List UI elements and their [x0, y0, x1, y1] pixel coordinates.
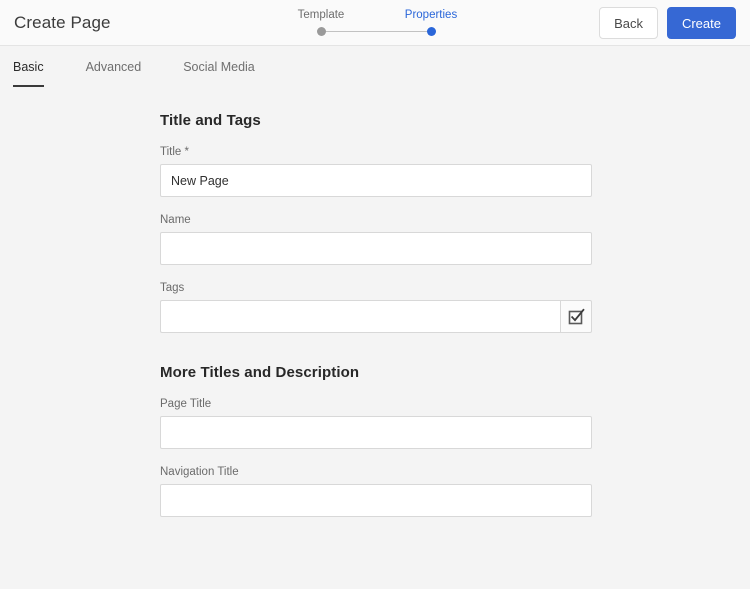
tab-advanced[interactable]: Advanced [65, 59, 163, 75]
field-label-name: Name [160, 214, 191, 226]
checkbox-select-icon [568, 308, 585, 325]
tab-bar: Basic Advanced Social Media [0, 46, 750, 90]
page-title-input[interactable] [160, 416, 592, 449]
field-name: Name [160, 213, 592, 265]
tags-input-group [160, 300, 592, 333]
tags-picker-button[interactable] [560, 300, 592, 333]
tab-social-media[interactable]: Social Media [162, 59, 276, 75]
stepper-dot-properties[interactable] [426, 27, 436, 36]
name-input[interactable] [160, 232, 592, 265]
header-actions: Back Create [599, 7, 736, 39]
field-navigation-title: Navigation Title [160, 465, 592, 517]
field-label-title: Title * [160, 146, 189, 158]
navigation-title-input[interactable] [160, 484, 592, 517]
wizard-stepper: Template Properties [290, 8, 470, 40]
stepper-labels: Template Properties [290, 8, 470, 22]
field-tags: Tags [160, 281, 592, 333]
tags-input[interactable] [160, 300, 560, 333]
field-label-tags: Tags [160, 282, 185, 294]
field-title: Title * [160, 145, 592, 197]
app-header: Create Page Template Properties Back Cre… [0, 0, 750, 46]
stepper-step-template-label[interactable]: Template [298, 8, 345, 22]
stepper-dot-template[interactable] [316, 27, 326, 36]
tab-list: Basic Advanced Social Media [13, 59, 276, 87]
create-button[interactable]: Create [666, 7, 736, 39]
section-heading-title-and-tags: Title and Tags [160, 112, 261, 129]
stepper-track [321, 31, 431, 32]
field-label-navigation-title: Navigation Title [160, 466, 239, 478]
stepper-step-properties-label[interactable]: Properties [405, 8, 457, 22]
section-heading-more-titles-and-description: More Titles and Description [160, 364, 360, 381]
back-button[interactable]: Back [599, 7, 658, 39]
tab-basic[interactable]: Basic [13, 59, 65, 87]
field-label-page-title: Page Title [160, 398, 212, 410]
page-title: Create Page [14, 13, 111, 32]
title-input[interactable] [160, 164, 592, 197]
field-page-title: Page Title [160, 397, 592, 449]
